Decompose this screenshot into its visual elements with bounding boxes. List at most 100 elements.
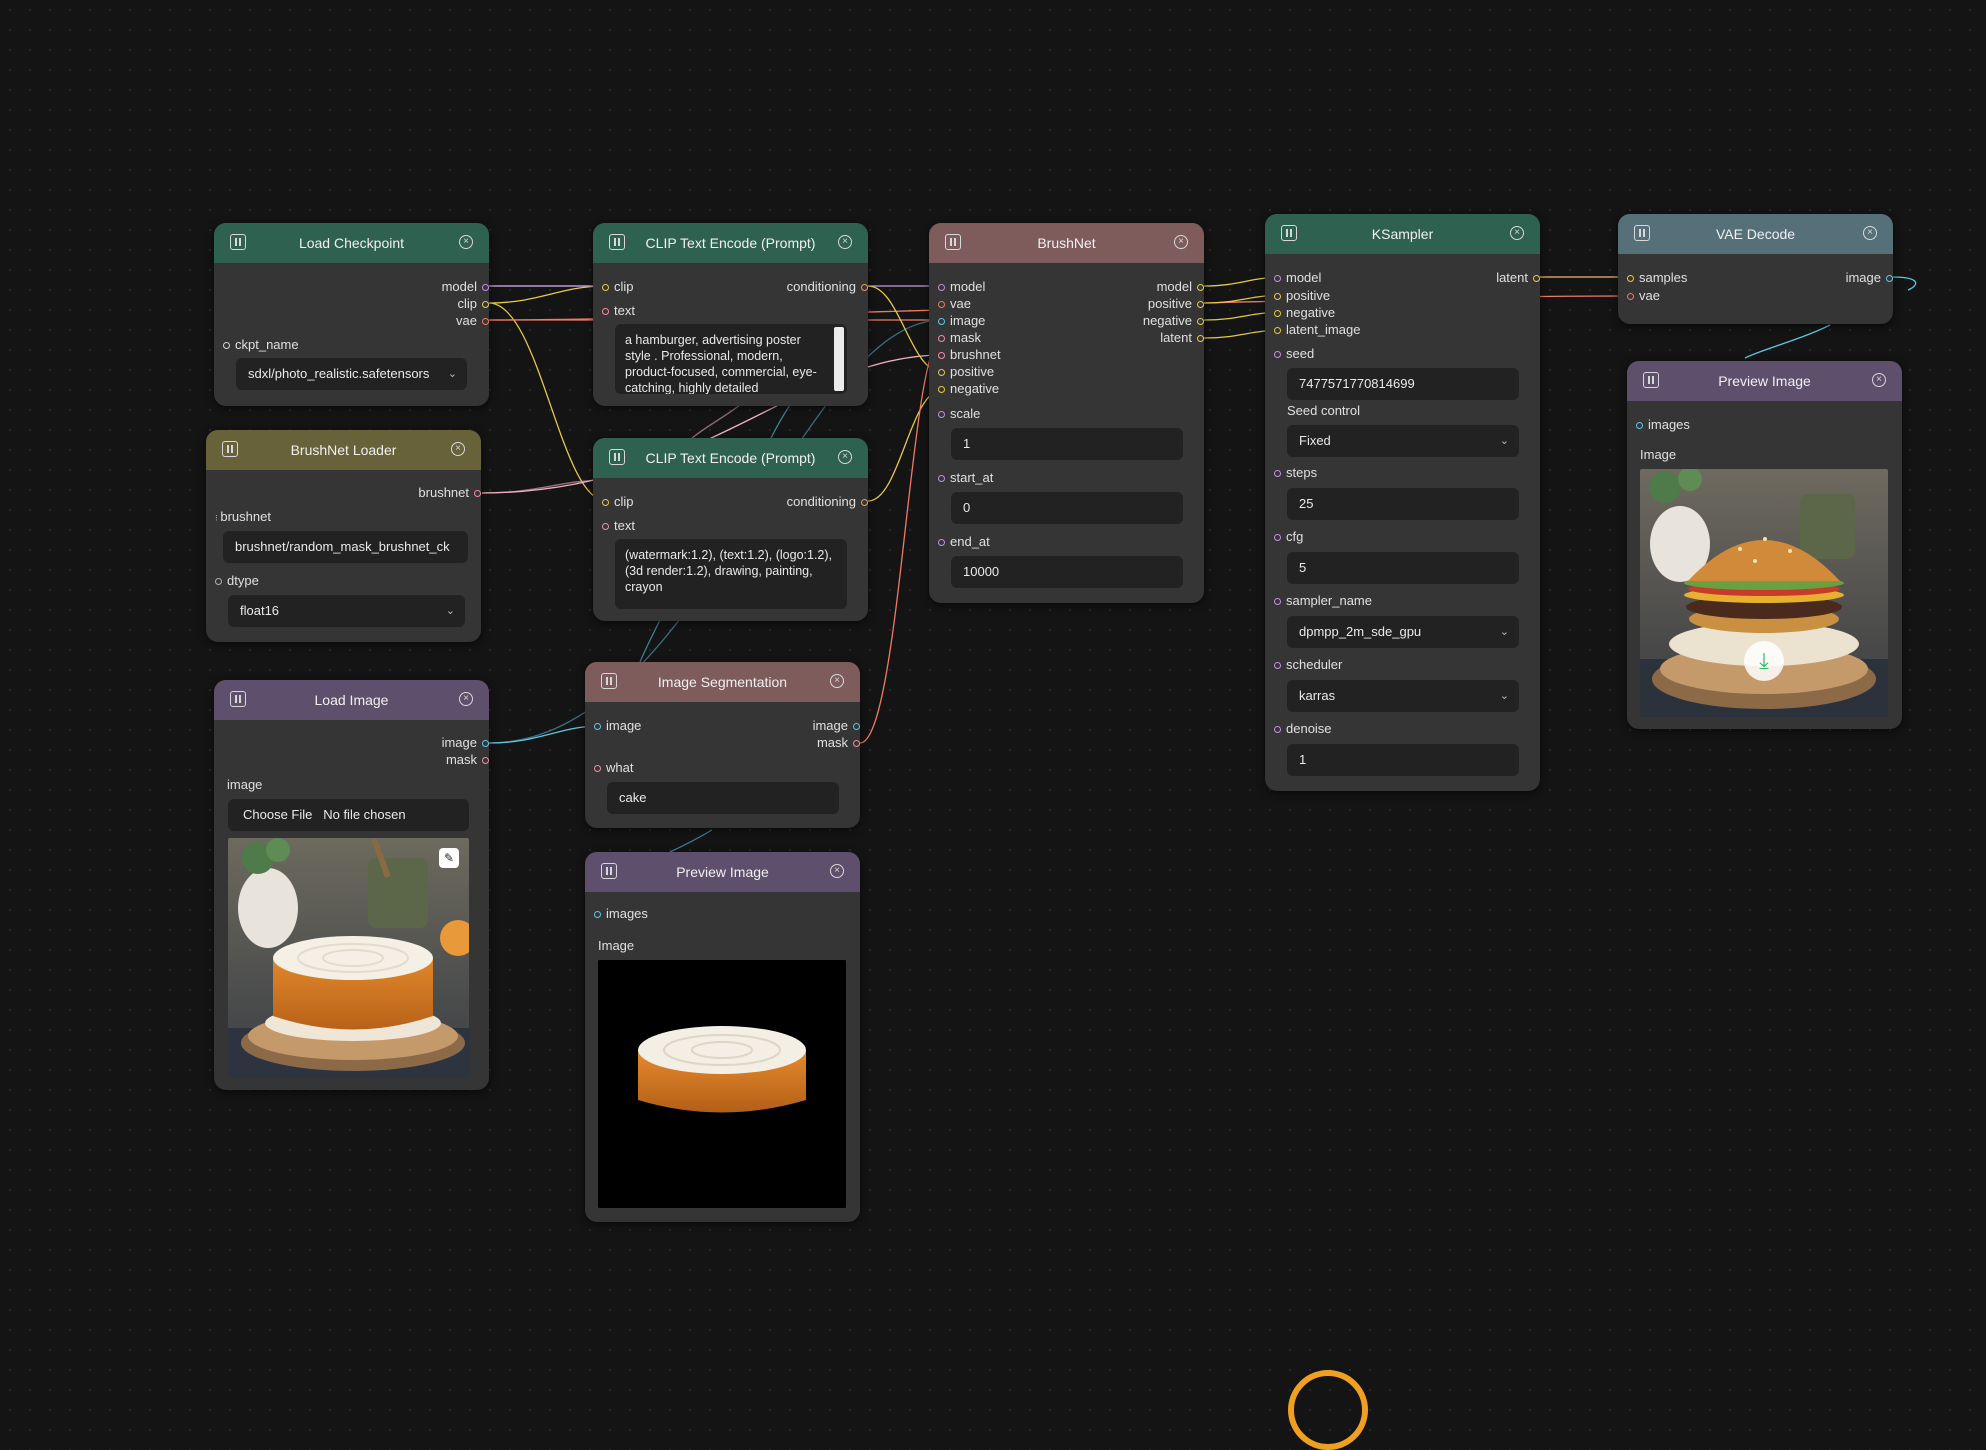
image-icon[interactable] bbox=[601, 673, 617, 689]
port-dot[interactable] bbox=[861, 499, 868, 507]
close-icon[interactable]: × bbox=[459, 692, 473, 706]
port-dot[interactable] bbox=[482, 318, 489, 326]
input-mask[interactable]: mask bbox=[938, 330, 981, 345]
scale-input[interactable]: 1 bbox=[951, 428, 1183, 460]
port-dot[interactable] bbox=[853, 740, 860, 748]
prompt-textarea[interactable]: (watermark:1.2), (text:1.2), (logo:1.2),… bbox=[615, 539, 847, 609]
input-image[interactable]: image bbox=[594, 718, 641, 733]
run-queue-orb[interactable] bbox=[1288, 1370, 1368, 1450]
brushnet-select[interactable]: brushnet/random_mask_brushnet_ck bbox=[223, 531, 468, 563]
segmented-image[interactable] bbox=[598, 960, 846, 1208]
prompt-textarea[interactable]: a hamburger, advertising poster style . … bbox=[615, 324, 847, 394]
close-icon[interactable]: × bbox=[838, 450, 852, 464]
input-latent-image[interactable]: latent_image bbox=[1274, 322, 1360, 337]
node-settings-icon[interactable] bbox=[1281, 225, 1297, 241]
port-dot[interactable] bbox=[1636, 422, 1643, 430]
end-at-input[interactable]: 10000 bbox=[951, 556, 1183, 588]
close-icon[interactable]: × bbox=[1510, 226, 1524, 240]
input-clip[interactable]: clip bbox=[602, 494, 634, 509]
port-dot[interactable] bbox=[938, 386, 945, 394]
close-icon[interactable]: × bbox=[459, 235, 473, 249]
node-header[interactable]: BrushNet × bbox=[929, 223, 1204, 263]
output-conditioning[interactable]: conditioning bbox=[787, 279, 868, 294]
output-mask[interactable]: mask bbox=[817, 735, 860, 750]
image-segmentation-node[interactable]: Image Segmentation × image what image ma… bbox=[585, 662, 860, 828]
brushnet-loader-node[interactable]: BrushNet Loader × brushnet ⁝ brushnet br… bbox=[206, 430, 481, 642]
node-settings-icon[interactable] bbox=[601, 863, 617, 879]
sampler-name-select[interactable]: dpmpp_2m_sde_gpu ⌄ bbox=[1287, 616, 1519, 648]
port-dot[interactable] bbox=[474, 490, 481, 498]
port-dot[interactable] bbox=[1627, 275, 1634, 283]
dtype-select[interactable]: float16 ⌄ bbox=[228, 595, 465, 627]
input-positive[interactable]: positive bbox=[938, 364, 994, 379]
pencil-icon[interactable]: ✎ bbox=[439, 848, 459, 868]
node-header[interactable]: Load Checkpoint × bbox=[214, 223, 489, 263]
ksampler-node[interactable]: KSampler × model positive negative laten… bbox=[1265, 214, 1540, 791]
clip-text-encode-negative-node[interactable]: CLIP Text Encode (Prompt) × clip text co… bbox=[593, 438, 868, 621]
input-text[interactable]: text bbox=[602, 518, 635, 533]
node-settings-icon[interactable] bbox=[1634, 225, 1650, 241]
input-clip[interactable]: clip bbox=[602, 279, 634, 294]
node-header[interactable]: CLIP Text Encode (Prompt) × bbox=[593, 223, 868, 263]
seed-input[interactable]: 7477571770814699 bbox=[1287, 368, 1519, 400]
port-dot[interactable] bbox=[602, 284, 609, 292]
result-image[interactable]: ⤓ bbox=[1640, 469, 1888, 717]
output-latent[interactable]: latent bbox=[1496, 270, 1540, 285]
choose-file-button[interactable]: Choose File bbox=[243, 807, 312, 822]
scrollbar[interactable] bbox=[834, 327, 844, 391]
brushnet-node[interactable]: BrushNet × model vae image mask brushnet… bbox=[929, 223, 1204, 603]
input-vae[interactable]: vae bbox=[938, 296, 971, 311]
input-vae[interactable]: vae bbox=[1627, 288, 1660, 303]
port-dot[interactable] bbox=[1274, 310, 1281, 318]
port-dot[interactable] bbox=[594, 765, 601, 773]
input-brushnet[interactable]: brushnet bbox=[938, 347, 1001, 362]
node-header[interactable]: BrushNet Loader × bbox=[206, 430, 481, 470]
output-clip[interactable]: clip bbox=[457, 296, 489, 311]
node-settings-icon[interactable] bbox=[222, 441, 238, 457]
output-latent[interactable]: latent bbox=[1160, 330, 1204, 345]
output-model[interactable]: model bbox=[442, 279, 489, 294]
port-dot[interactable] bbox=[1274, 275, 1281, 283]
input-text[interactable]: text bbox=[602, 303, 635, 318]
output-image[interactable]: image bbox=[442, 735, 489, 750]
port-dot[interactable] bbox=[938, 335, 945, 343]
port-dot[interactable] bbox=[853, 723, 860, 731]
port-dot[interactable] bbox=[938, 301, 945, 309]
output-image[interactable]: image bbox=[813, 718, 860, 733]
preview-image-node-mid[interactable]: Preview Image × images Image bbox=[585, 852, 860, 1222]
input-what[interactable]: what bbox=[594, 760, 633, 775]
port-dot[interactable] bbox=[1533, 275, 1540, 283]
start-at-input[interactable]: 0 bbox=[951, 492, 1183, 524]
port-dot[interactable] bbox=[482, 284, 489, 292]
port-dot[interactable] bbox=[1197, 335, 1204, 343]
port-dot[interactable] bbox=[482, 301, 489, 309]
output-vae[interactable]: vae bbox=[456, 313, 489, 328]
close-icon[interactable]: × bbox=[451, 442, 465, 456]
output-model[interactable]: model bbox=[1157, 279, 1204, 294]
denoise-input[interactable]: 1 bbox=[1287, 744, 1519, 776]
close-icon[interactable]: × bbox=[830, 674, 844, 688]
node-settings-icon[interactable] bbox=[230, 691, 246, 707]
port-dot[interactable] bbox=[602, 523, 609, 531]
input-model[interactable]: model bbox=[1274, 270, 1321, 285]
port-dot[interactable] bbox=[938, 369, 945, 377]
port-dot[interactable] bbox=[1197, 284, 1204, 292]
port-dot[interactable] bbox=[1274, 327, 1281, 335]
file-chooser[interactable]: Choose File No file chosen bbox=[228, 799, 469, 831]
output-negative[interactable]: negative bbox=[1143, 313, 1204, 328]
node-header[interactable]: CLIP Text Encode (Prompt) × bbox=[593, 438, 868, 478]
node-header[interactable]: Load Image × bbox=[214, 680, 489, 720]
output-brushnet[interactable]: brushnet bbox=[418, 485, 481, 500]
port-dot[interactable] bbox=[1197, 318, 1204, 326]
input-images[interactable]: images bbox=[1636, 417, 1690, 432]
close-icon[interactable]: × bbox=[1863, 226, 1877, 240]
close-icon[interactable]: × bbox=[1174, 235, 1188, 249]
seed-control-select[interactable]: Fixed ⌄ bbox=[1287, 425, 1519, 457]
port-dot[interactable] bbox=[861, 284, 868, 292]
output-image[interactable]: image bbox=[1846, 270, 1893, 285]
load-image-node[interactable]: Load Image × image mask image Choose Fil… bbox=[214, 680, 489, 1090]
output-mask[interactable]: mask bbox=[446, 752, 489, 767]
cfg-input[interactable]: 5 bbox=[1287, 552, 1519, 584]
load-checkpoint-node[interactable]: Load Checkpoint × model clip vae ckpt_na… bbox=[214, 223, 489, 406]
input-image[interactable]: image bbox=[938, 313, 985, 328]
